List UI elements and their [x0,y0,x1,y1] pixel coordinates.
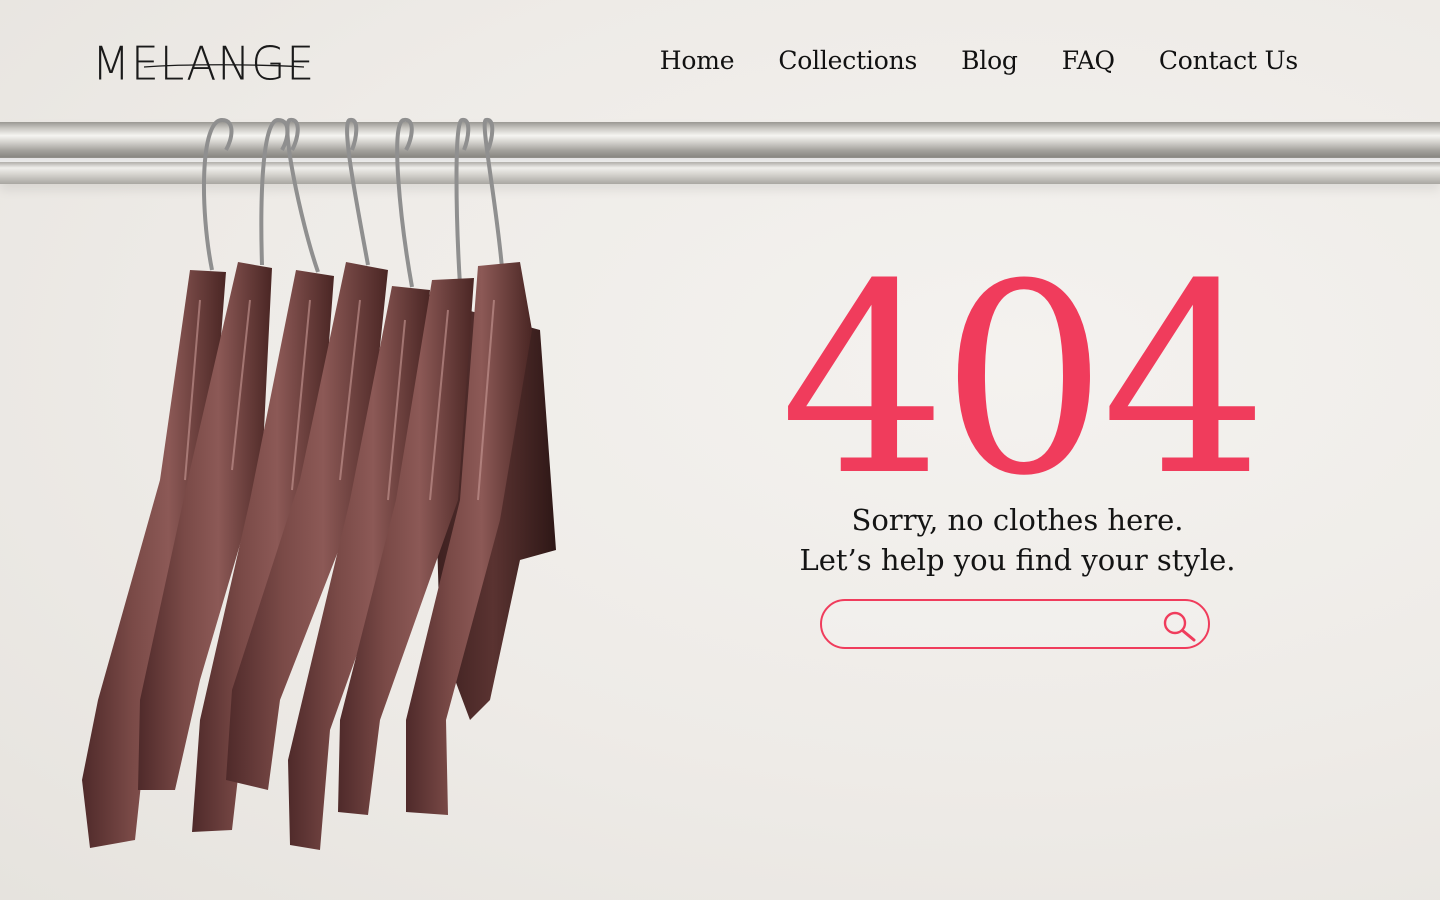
main-nav: Home Collections Blog FAQ Contact Us [660,46,1298,75]
search-bar [820,599,1210,649]
search-input[interactable] [844,609,1168,641]
error-code: 404 [780,228,1268,533]
brand-logo[interactable]: MELANGE [92,38,314,91]
hangers-illustration [82,117,556,850]
error-message-line2: Let’s help you find your style. [799,543,1236,577]
nav-contact-us[interactable]: Contact Us [1159,46,1298,75]
nav-collections[interactable]: Collections [778,46,917,75]
nav-blog[interactable]: Blog [961,46,1018,75]
logo-swoosh [144,64,304,68]
error-message-line1: Sorry, no clothes here. [851,503,1184,537]
nav-faq[interactable]: FAQ [1062,46,1115,75]
error-message: Sorry, no clothes here. Let’s help you f… [760,500,1275,580]
nav-home[interactable]: Home [660,46,735,75]
search-icon[interactable] [1162,610,1198,642]
